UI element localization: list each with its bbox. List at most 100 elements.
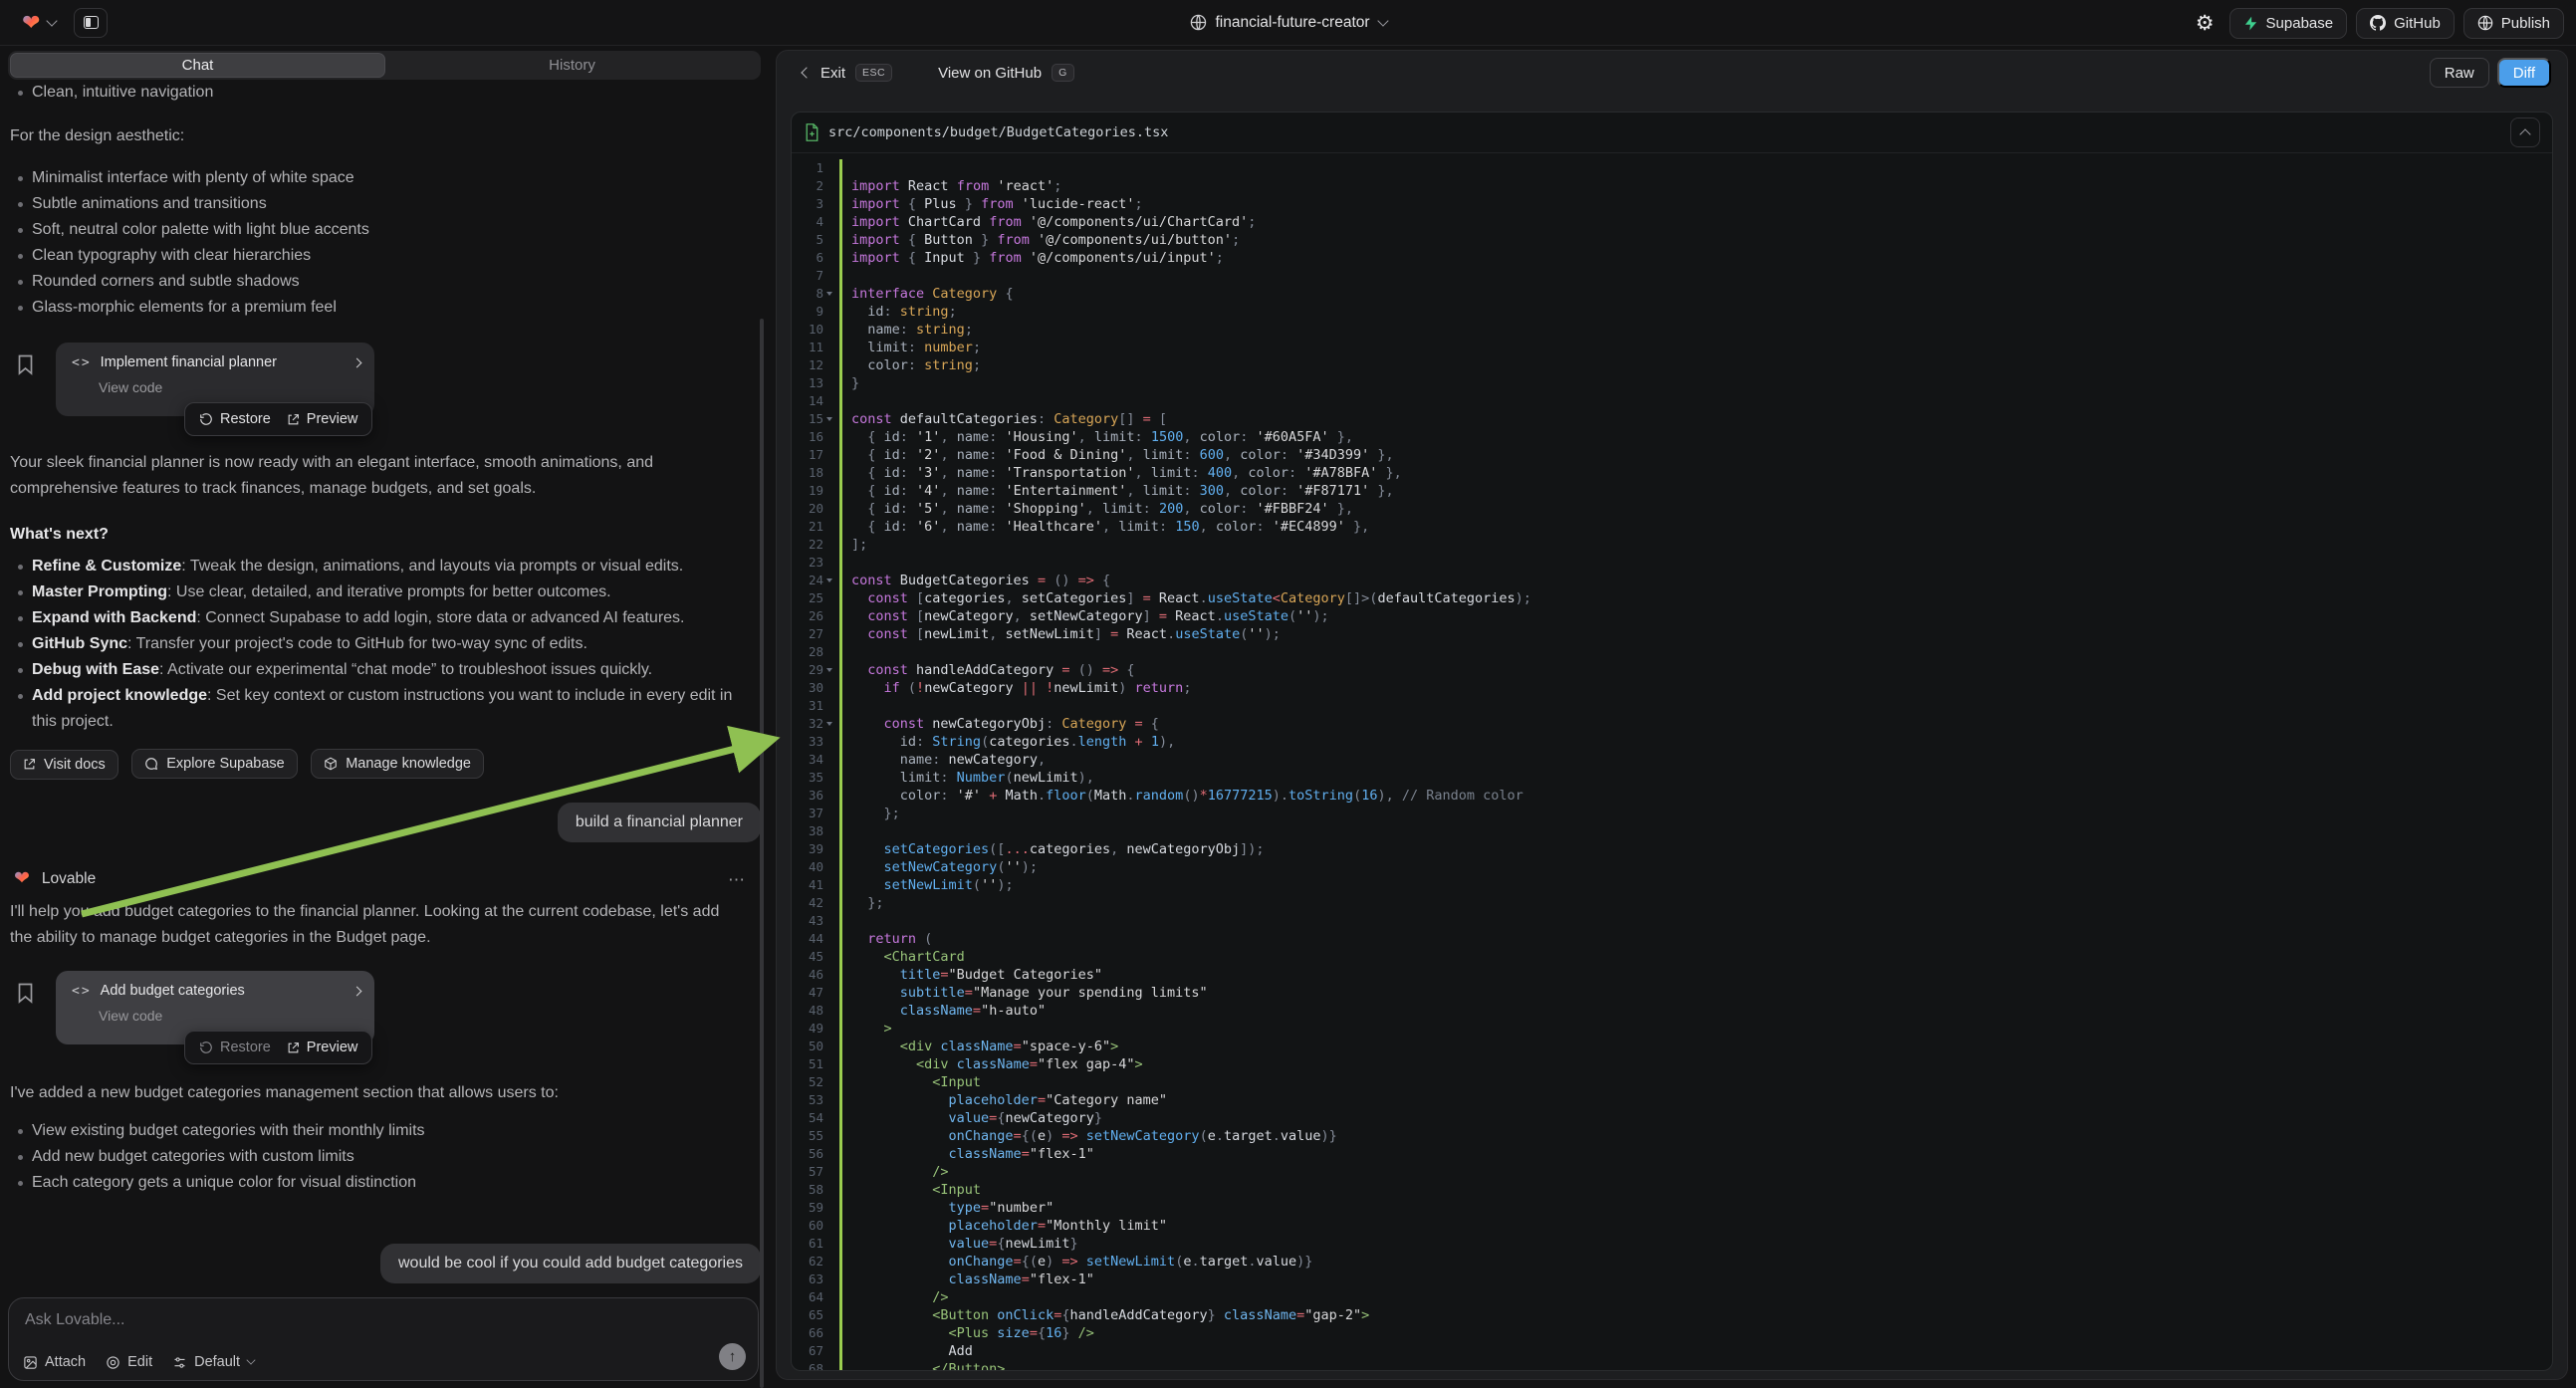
list-item: Subtle animations and transitions bbox=[10, 191, 751, 217]
message-options-button[interactable]: ⋯ bbox=[728, 870, 747, 890]
tab-history[interactable]: History bbox=[385, 53, 759, 78]
code-line: 10 name: string; bbox=[792, 321, 2552, 339]
code-line: 28 bbox=[792, 643, 2552, 661]
project-title: financial-future-creator bbox=[1215, 14, 1369, 32]
bookmark-icon[interactable] bbox=[17, 983, 34, 1004]
exit-button[interactable]: Exit bbox=[820, 65, 845, 82]
edit-button[interactable]: Edit bbox=[106, 1354, 152, 1370]
code-line: 22]; bbox=[792, 536, 2552, 554]
code-line: 52 <Input bbox=[792, 1073, 2552, 1091]
open-in-new-icon bbox=[287, 413, 300, 426]
send-button[interactable]: ↑ bbox=[719, 1343, 746, 1370]
preview-button[interactable]: Preview bbox=[287, 411, 358, 427]
list-item: GitHub Sync: Transfer your project's cod… bbox=[10, 631, 753, 657]
github-button[interactable]: GitHub bbox=[2356, 8, 2455, 39]
github-label: GitHub bbox=[2394, 15, 2441, 32]
code-line: 34 name: newCategory, bbox=[792, 751, 2552, 769]
diff-button[interactable]: Diff bbox=[2497, 58, 2551, 88]
model-selector[interactable]: Default bbox=[172, 1354, 255, 1370]
user-message: would be cool if you could add budget ca… bbox=[380, 1244, 761, 1283]
code-line: 24const BudgetCategories = () => { bbox=[792, 572, 2552, 589]
visit-docs-button[interactable]: Visit docs bbox=[10, 750, 118, 780]
chat-scrollbar[interactable] bbox=[760, 319, 764, 1388]
assistant-header: ❤ Lovable bbox=[14, 868, 96, 890]
view-code-link[interactable]: View code bbox=[99, 379, 360, 395]
preview-button[interactable]: Preview bbox=[287, 1040, 358, 1055]
supabase-button[interactable]: Supabase bbox=[2229, 8, 2348, 39]
restore-button[interactable]: Restore bbox=[199, 1040, 271, 1055]
supabase-label: Supabase bbox=[2266, 15, 2334, 32]
image-icon bbox=[23, 1355, 38, 1370]
code-line: 53 placeholder="Category name" bbox=[792, 1091, 2552, 1109]
list-item: Refine & Customize: Tweak the design, an… bbox=[10, 554, 753, 579]
code-line: 49 > bbox=[792, 1020, 2552, 1038]
manage-knowledge-button[interactable]: Manage knowledge bbox=[311, 749, 484, 779]
assistant-name: Lovable bbox=[42, 870, 96, 888]
code-line: 30 if (!newCategory || !newLimit) return… bbox=[792, 679, 2552, 697]
list-item: Master Prompting: Use clear, detailed, a… bbox=[10, 579, 753, 605]
bookmark-icon[interactable] bbox=[17, 354, 34, 375]
logo-chevron-down-icon[interactable] bbox=[47, 15, 58, 26]
code-line: 1 bbox=[792, 159, 2552, 177]
next-steps-list: Refine & Customize: Tweak the design, an… bbox=[10, 554, 753, 735]
github-icon bbox=[2370, 15, 2386, 31]
code-line: 13} bbox=[792, 374, 2552, 392]
project-selector[interactable]: financial-future-creator bbox=[1189, 14, 1386, 32]
code-line: 33 id: String(categories.length + 1), bbox=[792, 733, 2552, 751]
composer-input[interactable]: Ask Lovable... bbox=[25, 1311, 742, 1329]
chat-history-tabs: Chat History bbox=[8, 51, 761, 80]
code-line: 4import ChartCard from '@/components/ui/… bbox=[792, 213, 2552, 231]
list-item: Each category gets a unique color for vi… bbox=[10, 1170, 751, 1196]
lovable-app: ❤ financial-future-creator ⚙ Supabase bbox=[0, 0, 2576, 1388]
restore-icon bbox=[199, 412, 213, 426]
target-icon bbox=[106, 1355, 120, 1370]
lovable-heart-icon: ❤ bbox=[14, 868, 30, 890]
chat-panel: Chat History Clean, intuitive navigation… bbox=[0, 46, 775, 1388]
code-line: 65 <Button onClick={handleAddCategory} c… bbox=[792, 1306, 2552, 1324]
file-added-icon bbox=[805, 123, 820, 141]
code-line: 18 { id: '3', name: 'Transportation', li… bbox=[792, 464, 2552, 482]
view-on-github-button[interactable]: View on GitHub bbox=[938, 65, 1042, 82]
code-line: 56 className="flex-1" bbox=[792, 1145, 2552, 1163]
code-line: 41 setNewLimit(''); bbox=[792, 876, 2552, 894]
chevron-right-icon bbox=[352, 357, 362, 367]
file-header[interactable]: src/components/budget/BudgetCategories.t… bbox=[792, 113, 2552, 153]
view-code-link[interactable]: View code bbox=[99, 1008, 360, 1024]
code-line: 57 /> bbox=[792, 1163, 2552, 1181]
publish-button[interactable]: Publish bbox=[2463, 8, 2564, 39]
restore-icon bbox=[199, 1041, 213, 1054]
scrolled-bullet: Clean, intuitive navigation bbox=[10, 80, 751, 106]
back-chevron-icon[interactable] bbox=[801, 67, 812, 78]
code-view-panel: Exit ESC View on GitHub G Raw Diff src/c… bbox=[776, 50, 2568, 1380]
raw-button[interactable]: Raw bbox=[2430, 58, 2489, 88]
list-item: Soft, neutral color palette with light b… bbox=[10, 217, 751, 243]
list-item: Add project knowledge: Set key context o… bbox=[10, 683, 753, 735]
code-line: 48 className="h-auto" bbox=[792, 1002, 2552, 1020]
version-card-title: Implement financial planner bbox=[101, 354, 345, 370]
collapse-file-button[interactable] bbox=[2510, 117, 2540, 147]
code-line: 3import { Plus } from 'lucide-react'; bbox=[792, 195, 2552, 213]
code-line: 58 <Input bbox=[792, 1181, 2552, 1199]
code-line: 5import { Button } from '@/components/ui… bbox=[792, 231, 2552, 249]
code-view-toolbar: Exit ESC View on GitHub G Raw Diff bbox=[777, 51, 2567, 95]
code-line: 32 const newCategoryObj: Category = { bbox=[792, 715, 2552, 733]
code-line: 60 placeholder="Monthly limit" bbox=[792, 1217, 2552, 1235]
settings-button[interactable]: ⚙ bbox=[2190, 11, 2221, 36]
code-line: 2import React from 'react'; bbox=[792, 177, 2552, 195]
publish-label: Publish bbox=[2501, 15, 2550, 32]
code-line: 21 { id: '6', name: 'Healthcare', limit:… bbox=[792, 518, 2552, 536]
list-item: Debug with Ease: Activate our experiment… bbox=[10, 657, 753, 683]
code-editor: 12import React from 'react';3import { Pl… bbox=[792, 153, 2552, 1370]
explore-supabase-button[interactable]: Explore Supabase bbox=[131, 749, 298, 779]
restore-preview-toolbar: Restore Preview bbox=[184, 402, 372, 436]
code-line: 68 </Button> bbox=[792, 1360, 2552, 1371]
sidebar-toggle-icon bbox=[84, 16, 99, 29]
whats-next-heading: What's next? bbox=[10, 522, 751, 548]
sidebar-toggle-button[interactable] bbox=[74, 8, 108, 38]
tab-chat[interactable]: Chat bbox=[10, 53, 385, 78]
attach-button[interactable]: Attach bbox=[23, 1354, 86, 1370]
code-line: 42 }; bbox=[792, 894, 2552, 912]
list-item: Glass-morphic elements for a premium fee… bbox=[10, 295, 751, 321]
code-line: 23 bbox=[792, 554, 2552, 572]
restore-button[interactable]: Restore bbox=[199, 411, 271, 427]
